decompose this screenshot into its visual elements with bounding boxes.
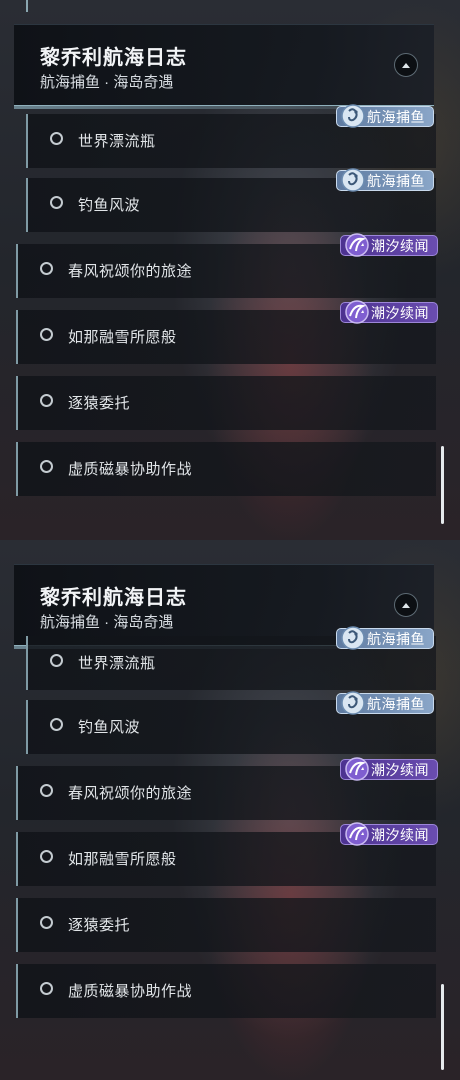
quest-log-subtitle: 航海捕鱼 · 海岛奇遇 [40, 74, 174, 91]
tag-label: 航海捕鱼 [367, 172, 425, 189]
radio-circle-icon [50, 132, 63, 145]
tag-label: 潮汐续闻 [371, 237, 429, 254]
radio-circle-icon [40, 850, 53, 863]
quest-item-label: 虚质磁暴协助作战 [68, 983, 193, 1000]
quest-item-label: 春风祝颂你的旅途 [68, 785, 193, 802]
chevron-up-icon[interactable] [394, 53, 418, 77]
fishing-hook-icon [341, 168, 365, 192]
radio-circle-icon [40, 328, 53, 341]
quest-item-label: 如那融雪所愿般 [68, 851, 177, 868]
radio-circle-icon [40, 784, 53, 797]
quest-log-header[interactable]: 黎乔利航海日志 航海捕鱼 · 海岛奇遇 [14, 24, 434, 109]
quest-item-storm-assist[interactable]: 虚质磁暴协助作战 [16, 442, 436, 496]
quest-item-label: 春风祝颂你的旅途 [68, 263, 193, 280]
radio-circle-icon [40, 982, 53, 995]
fishing-hook-icon [341, 104, 365, 128]
tag-tide: 潮汐续闻 [340, 233, 438, 257]
quest-panel-top: 黎乔利航海日志 航海捕鱼 · 海岛奇遇 世界漂流瓶 航海捕鱼 钓鱼风波 航海捕鱼… [0, 0, 460, 540]
quest-panel-bottom: 黎乔利航海日志 航海捕鱼 · 海岛奇遇 世界漂流瓶 航海捕鱼 钓鱼风波 航海捕鱼… [0, 540, 460, 1080]
chevron-up-icon[interactable] [394, 593, 418, 617]
tag-label: 潮汐续闻 [371, 304, 429, 321]
quest-item-label: 逐猿委托 [68, 395, 131, 412]
radio-circle-icon [40, 916, 53, 929]
list-edge-marker [26, 0, 28, 12]
tide-wave-icon [345, 757, 369, 781]
quest-item-label: 钓鱼风波 [78, 719, 141, 736]
quest-item-label: 逐猿委托 [68, 917, 131, 934]
quest-item-label: 世界漂流瓶 [78, 133, 156, 150]
tag-label: 航海捕鱼 [367, 108, 425, 125]
tag-tide: 潮汐续闻 [340, 822, 438, 846]
tag-label: 航海捕鱼 [367, 695, 425, 712]
tag-label: 航海捕鱼 [367, 630, 425, 647]
radio-circle-icon [40, 262, 53, 275]
fishing-hook-icon [341, 691, 365, 715]
tag-fishing: 航海捕鱼 [336, 691, 434, 715]
tag-fishing: 航海捕鱼 [336, 168, 434, 192]
quest-item-ape-commission[interactable]: 逐猿委托 [16, 898, 436, 952]
tide-wave-icon [345, 300, 369, 324]
tag-label: 潮汐续闻 [371, 826, 429, 843]
radio-circle-icon [50, 654, 63, 667]
quest-item-label: 钓鱼风波 [78, 197, 141, 214]
tag-fishing: 航海捕鱼 [336, 104, 434, 128]
quest-item-label: 世界漂流瓶 [78, 655, 156, 672]
radio-circle-icon [50, 718, 63, 731]
quest-log-subtitle: 航海捕鱼 · 海岛奇遇 [40, 614, 174, 631]
tag-tide: 潮汐续闻 [340, 757, 438, 781]
tide-wave-icon [345, 233, 369, 257]
tag-label: 潮汐续闻 [371, 761, 429, 778]
quest-item-label: 虚质磁暴协助作战 [68, 461, 193, 478]
quest-item-label: 如那融雪所愿般 [68, 329, 177, 346]
radio-circle-icon [50, 196, 63, 209]
quest-log-title: 黎乔利航海日志 [40, 587, 187, 609]
fishing-hook-icon [341, 626, 365, 650]
radio-circle-icon [40, 460, 53, 473]
quest-item-storm-assist[interactable]: 虚质磁暴协助作战 [16, 964, 436, 1018]
scrollbar-thumb[interactable] [441, 984, 444, 1070]
radio-circle-icon [40, 394, 53, 407]
tag-tide: 潮汐续闻 [340, 300, 438, 324]
quest-log-title: 黎乔利航海日志 [40, 47, 187, 69]
scrollbar-thumb[interactable] [441, 446, 444, 524]
tag-fishing: 航海捕鱼 [336, 626, 434, 650]
quest-item-ape-commission[interactable]: 逐猿委托 [16, 376, 436, 430]
tide-wave-icon [345, 822, 369, 846]
